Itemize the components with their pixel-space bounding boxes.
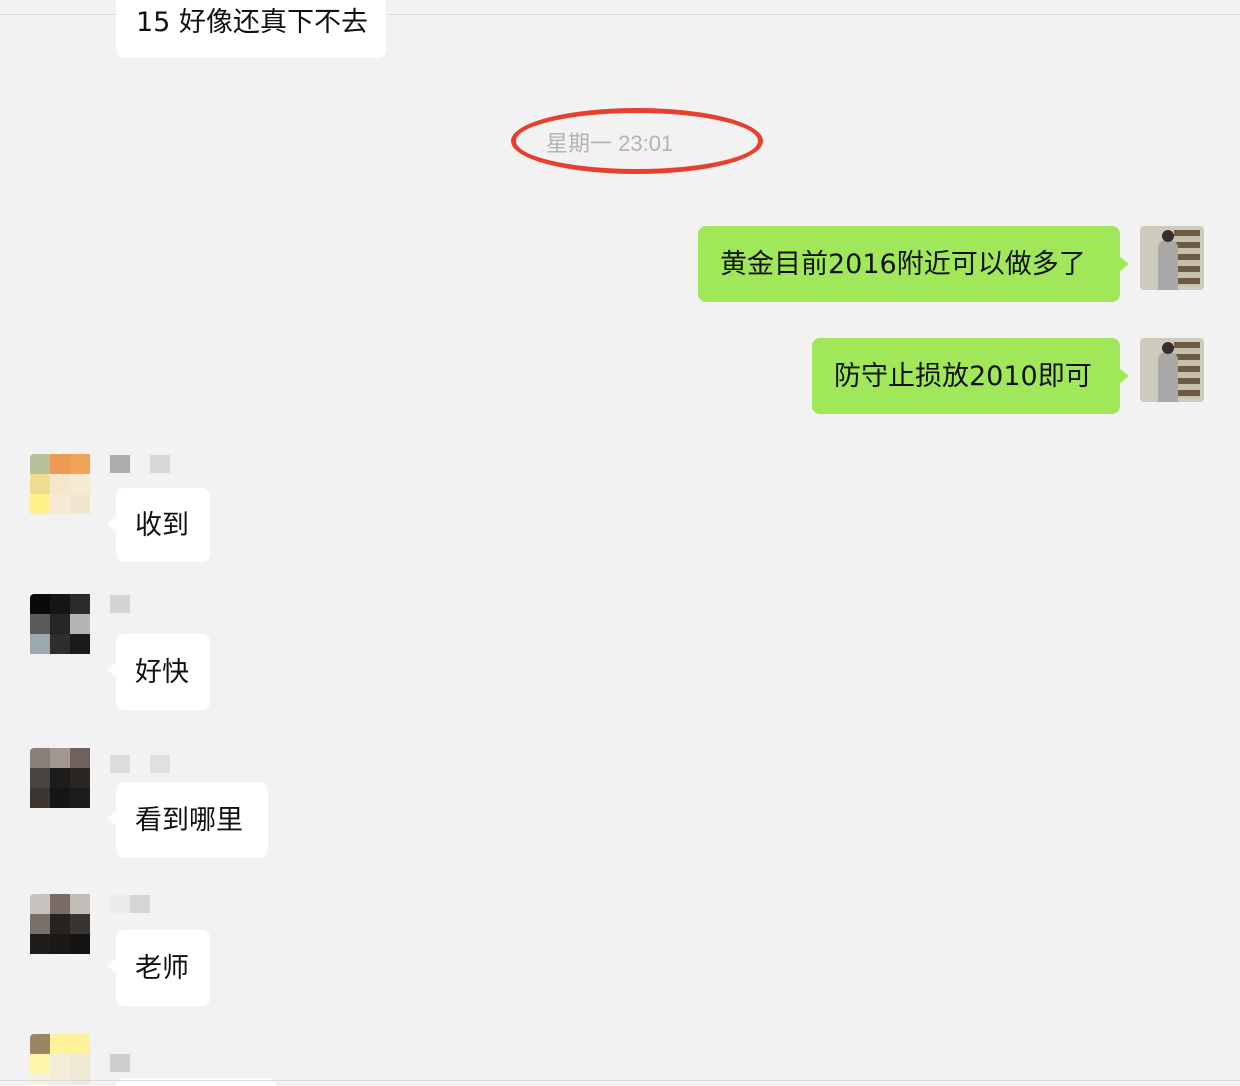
sender-name-redacted: [110, 455, 170, 473]
sender-name-redacted: [110, 1054, 130, 1072]
sender-avatar-pixelated[interactable]: [30, 594, 94, 658]
message-text: 好快: [135, 656, 189, 688]
partial-message-bubble: 15 好像还真下不去: [116, 0, 386, 58]
message-text: 老师: [135, 952, 189, 984]
message-text: 收到: [135, 509, 189, 541]
sender-avatar-pixelated[interactable]: [30, 894, 94, 958]
incoming-message-bubble[interactable]: 老师: [107, 930, 210, 1006]
message-text: 黄金目前2016附近可以做多了: [720, 248, 1086, 280]
annotation-circle: [511, 108, 763, 174]
incoming-message-bubble[interactable]: 好快: [107, 634, 210, 710]
sender-avatar-pixelated[interactable]: [30, 748, 94, 812]
partial-message-text: 15 好像还真下不去: [136, 7, 368, 38]
bottom-divider: [0, 1080, 1240, 1081]
incoming-message-bubble[interactable]: 收到: [107, 488, 210, 562]
sender-name-redacted: [110, 755, 170, 773]
incoming-message-bubble[interactable]: 看到哪里: [107, 782, 268, 858]
outgoing-message-bubble[interactable]: 黄金目前2016附近可以做多了: [698, 226, 1129, 302]
self-avatar[interactable]: [1140, 338, 1204, 402]
self-avatar[interactable]: [1140, 226, 1204, 290]
outgoing-message-bubble[interactable]: 防守止损放2010即可: [812, 338, 1129, 414]
message-text: 看到哪里: [135, 804, 243, 836]
sender-avatar-pixelated[interactable]: [30, 1034, 94, 1084]
sender-avatar-pixelated[interactable]: [30, 454, 94, 518]
message-text: 防守止损放2010即可: [834, 360, 1092, 392]
sender-name-redacted: [110, 895, 150, 913]
sender-name-redacted: [110, 595, 130, 613]
